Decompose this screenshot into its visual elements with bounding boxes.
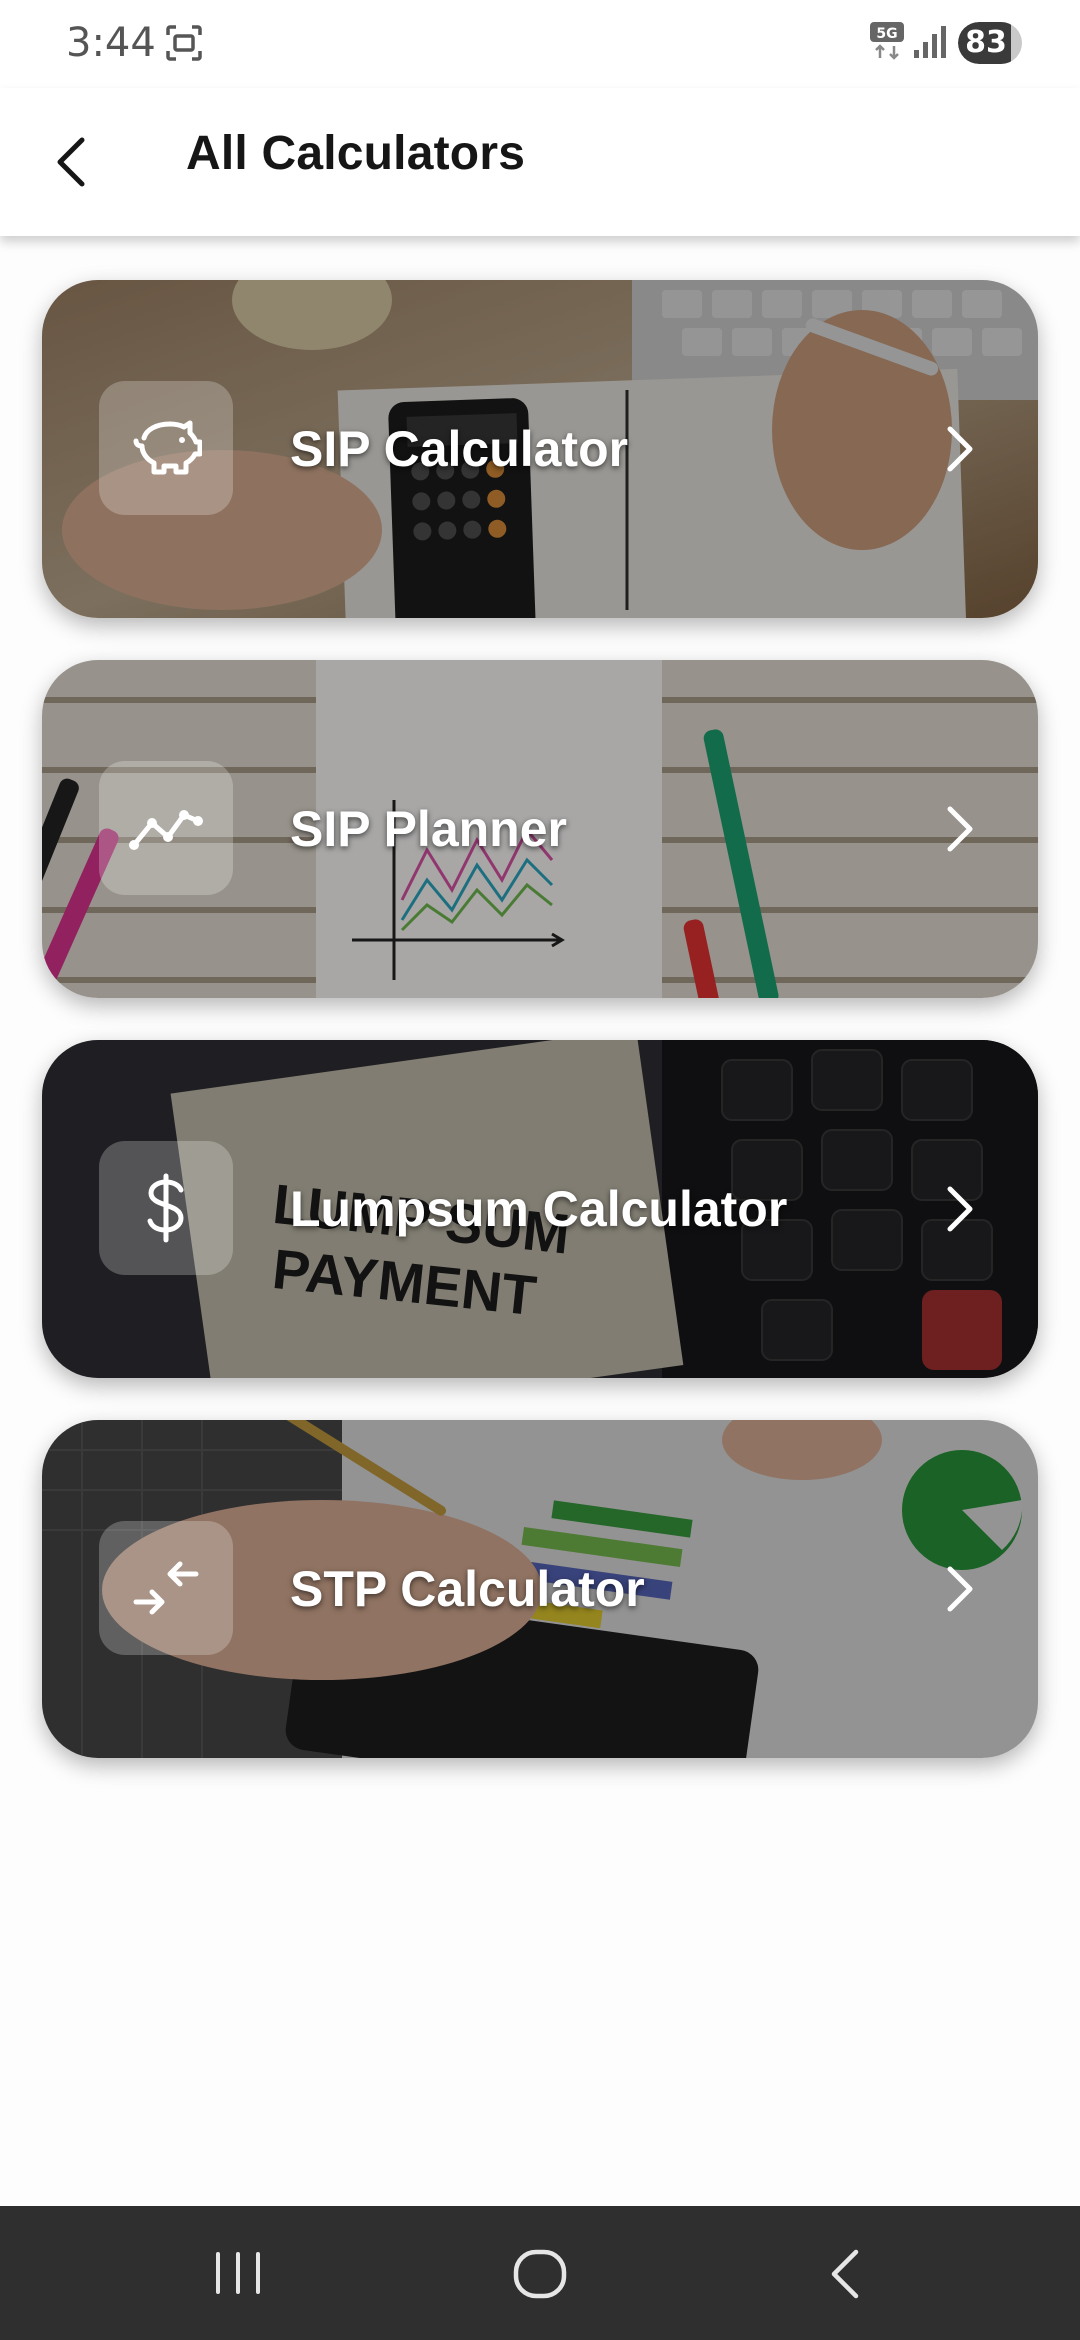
lumpsum-calculator-card[interactable]: LUMP SUM PAYMENT Lumpsum Calculator — [42, 1040, 1038, 1378]
trend-line-icon — [129, 810, 203, 850]
network-type-icon: 5G — [870, 22, 906, 62]
system-nav-bar — [0, 2206, 1080, 2340]
back-button[interactable] — [40, 124, 100, 200]
card-icon-box — [99, 1521, 233, 1655]
card-label: SIP Calculator — [290, 421, 629, 477]
screenshot-icon — [166, 25, 202, 61]
battery-icon: 83 — [958, 22, 1022, 64]
signal-icon — [914, 26, 946, 58]
app-bar: All Calculators — [0, 88, 1080, 236]
back-arrow-icon — [57, 137, 85, 187]
recents-icon[interactable] — [210, 2248, 266, 2298]
home-icon[interactable] — [510, 2246, 570, 2302]
card-label: Lumpsum Calculator — [290, 1181, 788, 1237]
chevron-right-icon — [947, 1186, 973, 1232]
stp-calculator-card[interactable]: STP Calculator — [42, 1420, 1038, 1758]
chevron-right-icon — [947, 806, 973, 852]
piggy-bank-icon — [133, 420, 202, 475]
back-icon[interactable] — [820, 2244, 870, 2304]
card-icon-box — [99, 381, 233, 515]
battery-level: 83 — [965, 25, 1007, 60]
page-title: All Calculators — [186, 127, 526, 180]
card-label: SIP Planner — [290, 801, 567, 857]
card-icon-box — [99, 1141, 233, 1275]
chevron-right-icon — [947, 1566, 973, 1612]
status-time: 3:44 — [66, 20, 156, 66]
dollar-icon — [147, 1173, 184, 1243]
network-type-label: 5G — [876, 26, 897, 42]
card-icon-box — [99, 761, 233, 895]
chevron-right-icon — [947, 426, 973, 472]
transfer-arrows-icon — [133, 1561, 199, 1615]
card-label: STP Calculator — [290, 1561, 645, 1617]
status-bar: 3:44 5G 83 — [0, 0, 1080, 88]
sip-calculator-card[interactable]: SIP Calculator — [42, 280, 1038, 618]
sip-planner-card[interactable]: SIP Planner — [42, 660, 1038, 998]
